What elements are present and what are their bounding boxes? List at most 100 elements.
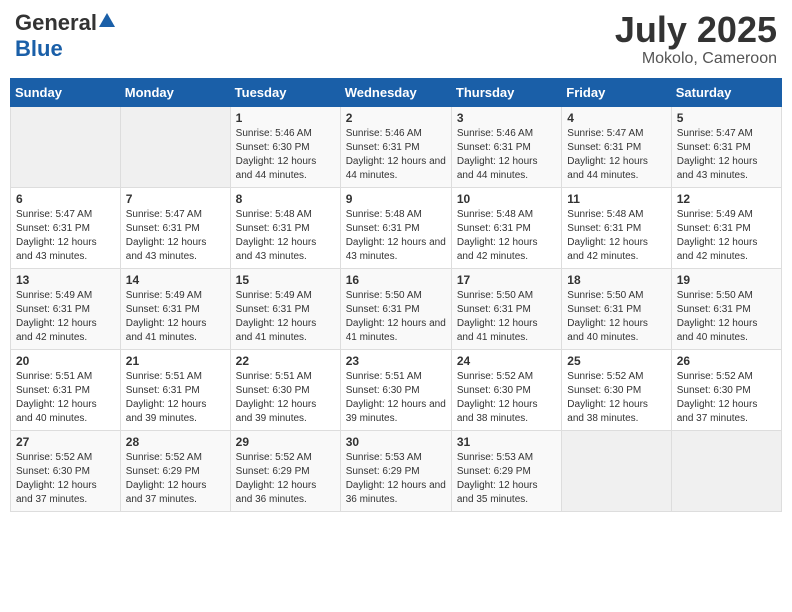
calendar-table: Sunday Monday Tuesday Wednesday Thursday… xyxy=(10,78,782,512)
day-number: 13 xyxy=(16,273,115,287)
day-number: 24 xyxy=(457,354,556,368)
day-detail: Sunrise: 5:52 AMSunset: 6:30 PMDaylight:… xyxy=(457,370,556,426)
title-block: July 2025 Mokolo, Cameroon xyxy=(615,10,777,68)
header-sunday: Sunday xyxy=(11,78,121,106)
day-number: 15 xyxy=(236,273,335,287)
table-row: 3 Sunrise: 5:46 AMSunset: 6:31 PMDaylight… xyxy=(451,106,561,187)
calendar-week-row: 27Sunrise: 5:52 AMSunset: 6:30 PMDayligh… xyxy=(11,430,782,511)
table-row: 10 Sunrise: 5:48 AMSunset: 6:31 PMDayligh… xyxy=(451,187,561,268)
table-row: 26 Sunrise: 5:52 AMSunset: 6:30 PMDayligh… xyxy=(671,349,781,430)
page-header: General Blue July 2025 Mokolo, Cameroon xyxy=(10,10,782,68)
day-number: 6 xyxy=(16,192,115,206)
day-number: 2 xyxy=(346,111,446,125)
day-number: 29 xyxy=(236,435,335,449)
day-number: 16 xyxy=(346,273,446,287)
table-row: 4Sunrise: 5:47 AMSunset: 6:31 PMDaylight… xyxy=(562,106,671,187)
table-row: 14 Sunrise: 5:49 AMSunset: 6:31 PMDayligh… xyxy=(120,268,230,349)
day-detail: Sunrise: 5:52 AMSunset: 6:29 PMDaylight:… xyxy=(236,451,335,507)
day-detail: Sunrise: 5:48 AMSunset: 6:31 PMDaylight:… xyxy=(567,208,665,264)
day-number: 17 xyxy=(457,273,556,287)
header-thursday: Thursday xyxy=(451,78,561,106)
day-number: 28 xyxy=(126,435,225,449)
day-number: 1 xyxy=(236,111,335,125)
day-number: 4 xyxy=(567,111,665,125)
day-detail: Sunrise: 5:51 AMSunset: 6:31 PMDaylight:… xyxy=(16,370,115,426)
table-row: 27Sunrise: 5:52 AMSunset: 6:30 PMDayligh… xyxy=(11,430,121,511)
table-row: 2 Sunrise: 5:46 AMSunset: 6:31 PMDaylight… xyxy=(340,106,451,187)
table-row: 23Sunrise: 5:51 AMSunset: 6:30 PMDayligh… xyxy=(340,349,451,430)
calendar-location: Mokolo, Cameroon xyxy=(615,50,777,68)
day-number: 20 xyxy=(16,354,115,368)
table-row xyxy=(562,430,671,511)
day-detail: Sunrise: 5:52 AMSunset: 6:30 PMDaylight:… xyxy=(567,370,665,426)
day-detail: Sunrise: 5:49 AMSunset: 6:31 PMDaylight:… xyxy=(16,289,115,345)
day-number: 30 xyxy=(346,435,446,449)
table-row: 16Sunrise: 5:50 AMSunset: 6:31 PMDayligh… xyxy=(340,268,451,349)
table-row: 21Sunrise: 5:51 AMSunset: 6:31 PMDayligh… xyxy=(120,349,230,430)
day-number: 21 xyxy=(126,354,225,368)
table-row: 11 Sunrise: 5:48 AMSunset: 6:31 PMDayligh… xyxy=(562,187,671,268)
table-row xyxy=(11,106,121,187)
day-detail: Sunrise: 5:49 AMSunset: 6:31 PMDaylight:… xyxy=(126,289,225,345)
day-detail: Sunrise: 5:46 AMSunset: 6:31 PMDaylight:… xyxy=(457,127,556,183)
table-row: 7Sunrise: 5:47 AMSunset: 6:31 PMDaylight… xyxy=(120,187,230,268)
day-number: 25 xyxy=(567,354,665,368)
day-number: 8 xyxy=(236,192,335,206)
day-detail: Sunrise: 5:53 AMSunset: 6:29 PMDaylight:… xyxy=(346,451,446,507)
header-tuesday: Tuesday xyxy=(230,78,340,106)
day-detail: Sunrise: 5:49 AMSunset: 6:31 PMDaylight:… xyxy=(677,208,776,264)
day-number: 18 xyxy=(567,273,665,287)
day-detail: Sunrise: 5:50 AMSunset: 6:31 PMDaylight:… xyxy=(567,289,665,345)
table-row: 6 Sunrise: 5:47 AMSunset: 6:31 PMDaylight… xyxy=(11,187,121,268)
day-number: 14 xyxy=(126,273,225,287)
calendar-week-row: 13 Sunrise: 5:49 AMSunset: 6:31 PMDayligh… xyxy=(11,268,782,349)
header-monday: Monday xyxy=(120,78,230,106)
table-row: 12 Sunrise: 5:49 AMSunset: 6:31 PMDayligh… xyxy=(671,187,781,268)
table-row: 31 Sunrise: 5:53 AMSunset: 6:29 PMDayligh… xyxy=(451,430,561,511)
day-number: 5 xyxy=(677,111,776,125)
day-detail: Sunrise: 5:51 AMSunset: 6:30 PMDaylight:… xyxy=(236,370,335,426)
day-number: 12 xyxy=(677,192,776,206)
day-detail: Sunrise: 5:46 AMSunset: 6:30 PMDaylight:… xyxy=(236,127,335,183)
table-row: 5 Sunrise: 5:47 AMSunset: 6:31 PMDaylight… xyxy=(671,106,781,187)
day-detail: Sunrise: 5:46 AMSunset: 6:31 PMDaylight:… xyxy=(346,127,446,183)
calendar-title: July 2025 xyxy=(615,10,777,50)
table-row: 25 Sunrise: 5:52 AMSunset: 6:30 PMDayligh… xyxy=(562,349,671,430)
day-detail: Sunrise: 5:47 AMSunset: 6:31 PMDaylight:… xyxy=(677,127,776,183)
table-row xyxy=(120,106,230,187)
table-row: 20 Sunrise: 5:51 AMSunset: 6:31 PMDayligh… xyxy=(11,349,121,430)
day-number: 19 xyxy=(677,273,776,287)
day-number: 26 xyxy=(677,354,776,368)
table-row: 8 Sunrise: 5:48 AMSunset: 6:31 PMDaylight… xyxy=(230,187,340,268)
day-detail: Sunrise: 5:47 AMSunset: 6:31 PMDaylight:… xyxy=(16,208,115,264)
day-detail: Sunrise: 5:49 AMSunset: 6:31 PMDaylight:… xyxy=(236,289,335,345)
weekday-header-row: Sunday Monday Tuesday Wednesday Thursday… xyxy=(11,78,782,106)
day-number: 31 xyxy=(457,435,556,449)
calendar-week-row: 6 Sunrise: 5:47 AMSunset: 6:31 PMDaylight… xyxy=(11,187,782,268)
day-number: 3 xyxy=(457,111,556,125)
calendar-week-row: 1 Sunrise: 5:46 AMSunset: 6:30 PMDaylight… xyxy=(11,106,782,187)
day-number: 11 xyxy=(567,192,665,206)
table-row: 24 Sunrise: 5:52 AMSunset: 6:30 PMDayligh… xyxy=(451,349,561,430)
day-number: 23 xyxy=(346,354,446,368)
table-row: 30 Sunrise: 5:53 AMSunset: 6:29 PMDayligh… xyxy=(340,430,451,511)
day-detail: Sunrise: 5:47 AMSunset: 6:31 PMDaylight:… xyxy=(126,208,225,264)
day-detail: Sunrise: 5:48 AMSunset: 6:31 PMDaylight:… xyxy=(236,208,335,264)
table-row: 15 Sunrise: 5:49 AMSunset: 6:31 PMDayligh… xyxy=(230,268,340,349)
table-row: 18 Sunrise: 5:50 AMSunset: 6:31 PMDayligh… xyxy=(562,268,671,349)
table-row: 29 Sunrise: 5:52 AMSunset: 6:29 PMDayligh… xyxy=(230,430,340,511)
day-detail: Sunrise: 5:48 AMSunset: 6:31 PMDaylight:… xyxy=(457,208,556,264)
day-number: 9 xyxy=(346,192,446,206)
logo-triangle-icon xyxy=(99,13,115,32)
table-row: 9Sunrise: 5:48 AMSunset: 6:31 PMDaylight… xyxy=(340,187,451,268)
table-row: 28Sunrise: 5:52 AMSunset: 6:29 PMDayligh… xyxy=(120,430,230,511)
logo-blue-text: Blue xyxy=(15,36,63,62)
table-row: 22Sunrise: 5:51 AMSunset: 6:30 PMDayligh… xyxy=(230,349,340,430)
day-number: 27 xyxy=(16,435,115,449)
day-number: 10 xyxy=(457,192,556,206)
day-detail: Sunrise: 5:52 AMSunset: 6:30 PMDaylight:… xyxy=(677,370,776,426)
table-row: 17Sunrise: 5:50 AMSunset: 6:31 PMDayligh… xyxy=(451,268,561,349)
day-detail: Sunrise: 5:53 AMSunset: 6:29 PMDaylight:… xyxy=(457,451,556,507)
header-wednesday: Wednesday xyxy=(340,78,451,106)
header-saturday: Saturday xyxy=(671,78,781,106)
